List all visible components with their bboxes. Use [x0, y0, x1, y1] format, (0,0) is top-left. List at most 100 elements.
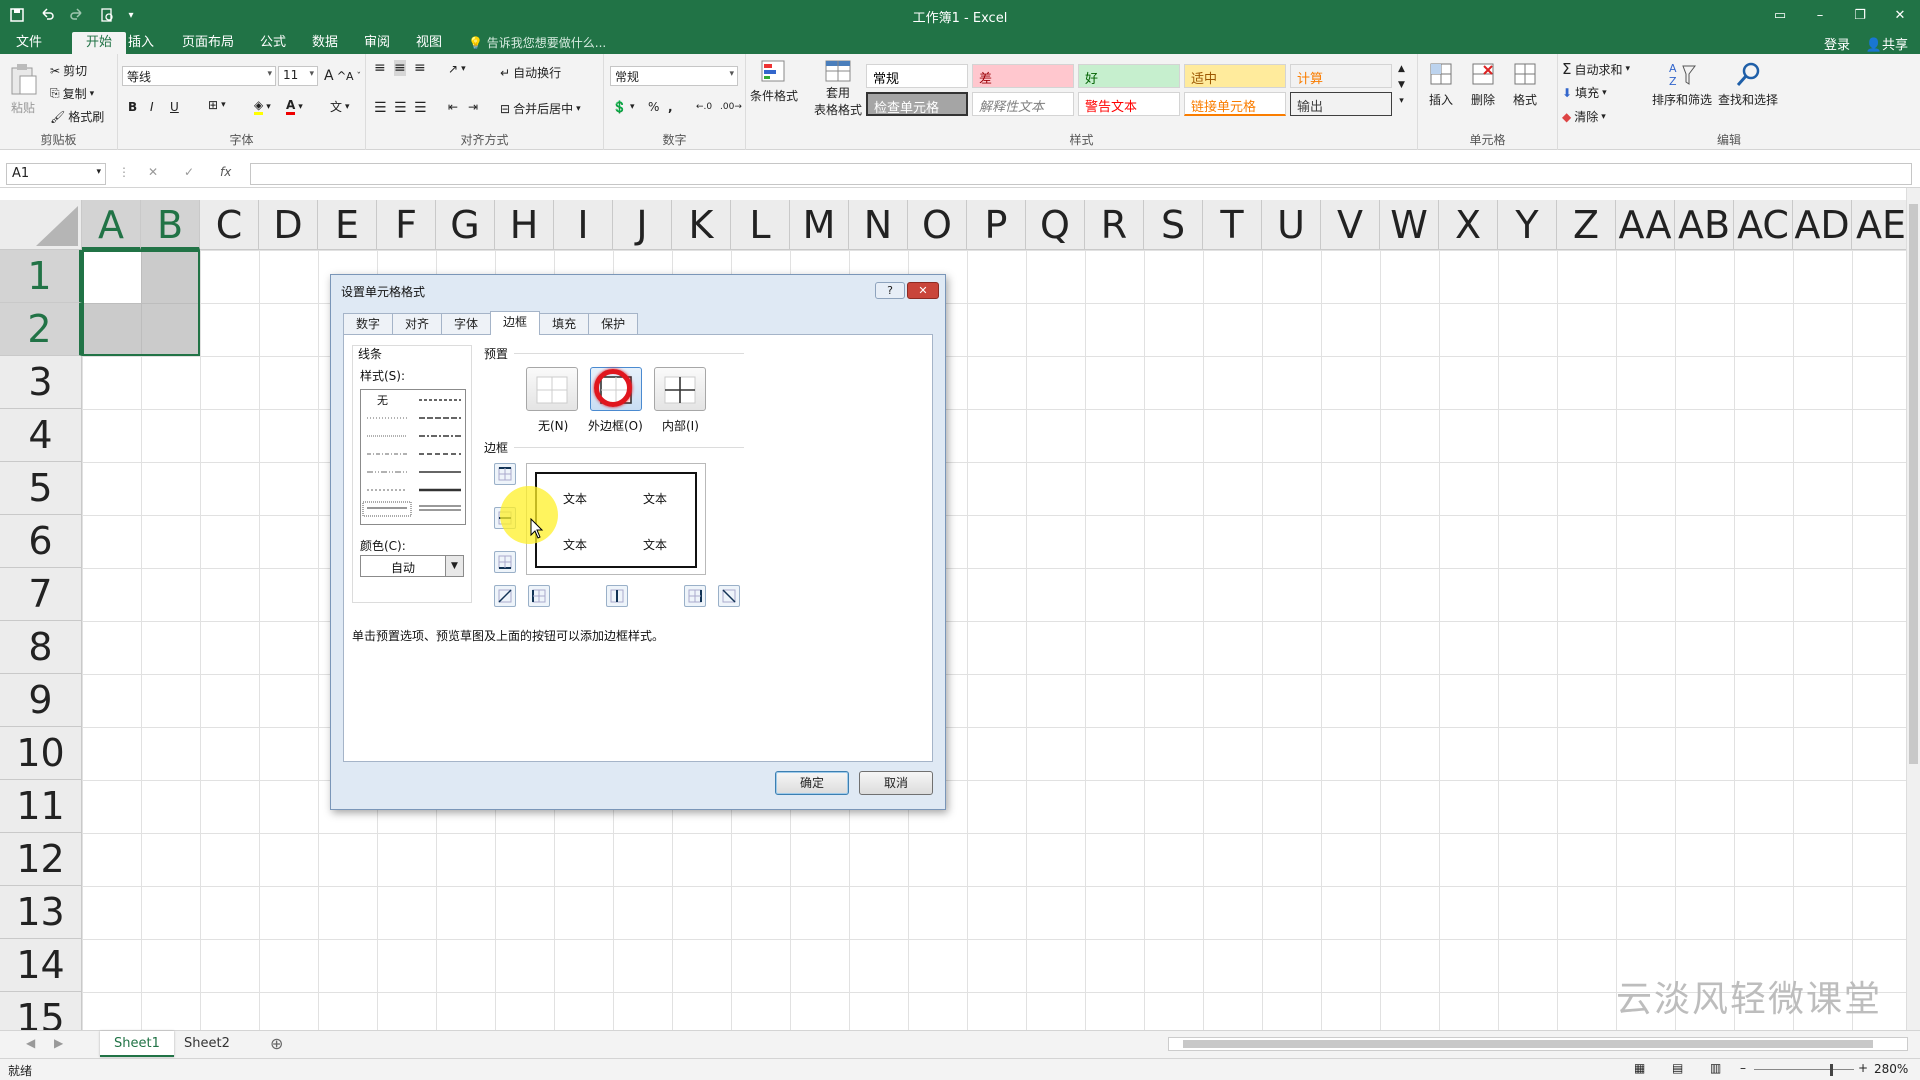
enter-entry-icon[interactable]: ✓ [184, 165, 194, 179]
border-top-button[interactable] [494, 463, 516, 485]
row-header[interactable]: 14 [0, 939, 82, 992]
align-left-button[interactable]: ☰ [374, 100, 387, 116]
next-sheet-icon[interactable]: ▶ [54, 1036, 63, 1050]
sheet-tab-sheet1[interactable]: Sheet1 [100, 1031, 174, 1057]
column-header[interactable]: J [613, 200, 672, 250]
active-cell-a1[interactable] [84, 252, 141, 303]
dialog-tab-font[interactable]: 字体 [441, 313, 492, 335]
border-right-button[interactable] [684, 585, 706, 607]
row-header[interactable]: 9 [0, 674, 82, 727]
tab-page-layout[interactable]: 页面布局 [168, 32, 248, 54]
align-center-button[interactable]: ☰ [394, 100, 407, 116]
row-header[interactable]: 12 [0, 833, 82, 886]
fill-color-button[interactable]: ◈ ▾ [254, 98, 271, 115]
column-header[interactable]: V [1321, 200, 1380, 250]
border-bottom-button[interactable] [494, 551, 516, 573]
row-header[interactable]: 15 [0, 992, 82, 1030]
format-painter-button[interactable]: 🖌 格式刷 [50, 108, 104, 125]
copy-button[interactable]: ⎘ 复制 ▾ [50, 85, 94, 102]
preset-none-button[interactable] [526, 367, 578, 411]
column-header[interactable]: H [495, 200, 554, 250]
find-select-button[interactable]: 查找和选择 [1718, 60, 1778, 108]
share-button[interactable]: 👤共享 [1866, 34, 1908, 53]
row-header[interactable]: 4 [0, 409, 82, 462]
line-style-samples[interactable] [361, 390, 465, 522]
style-output[interactable]: 输出 [1290, 92, 1392, 116]
zoom-out-icon[interactable]: – [1740, 1061, 1746, 1075]
column-header[interactable]: P [967, 200, 1026, 250]
column-header[interactable]: AC [1734, 200, 1793, 250]
align-middle-button[interactable]: ≡ [394, 60, 406, 76]
wrap-text-button[interactable]: ↵ 自动换行 [500, 64, 561, 81]
tab-data[interactable]: 数据 [298, 32, 352, 54]
decrease-font-button[interactable]: Aˇ [346, 70, 361, 83]
minimize-icon[interactable]: – [1800, 0, 1840, 30]
style-neutral[interactable]: 适中 [1184, 64, 1286, 88]
column-header[interactable]: T [1203, 200, 1262, 250]
tab-review[interactable]: 审阅 [350, 32, 404, 54]
row-header[interactable]: 13 [0, 886, 82, 939]
border-left-button[interactable] [528, 585, 550, 607]
ok-button[interactable]: 确定 [775, 771, 849, 795]
column-header[interactable]: G [436, 200, 495, 250]
add-sheet-icon[interactable]: ⊕ [270, 1034, 283, 1053]
column-header[interactable]: M [790, 200, 849, 250]
orientation-button[interactable]: ↗ ▾ [448, 62, 466, 76]
column-header[interactable]: X [1439, 200, 1498, 250]
column-header[interactable]: S [1144, 200, 1203, 250]
sort-filter-button[interactable]: AZ 排序和筛选 [1652, 60, 1712, 108]
tab-file[interactable]: 文件 [2, 32, 56, 54]
horizontal-scroll-thumb[interactable] [1183, 1040, 1873, 1048]
close-icon[interactable]: ✕ [1880, 0, 1920, 30]
font-name-select[interactable]: 等线 ▾ [122, 66, 276, 86]
row-header[interactable]: 8 [0, 621, 82, 674]
cancel-button[interactable]: 取消 [859, 771, 933, 795]
page-break-view-icon[interactable]: ▥ [1710, 1061, 1721, 1075]
paste-button[interactable]: 粘贴 [8, 62, 38, 116]
style-linked-cell[interactable]: 链接单元格 [1184, 92, 1286, 116]
cancel-entry-icon[interactable]: ✕ [148, 165, 158, 179]
selected-range-a1-b2[interactable] [82, 250, 200, 356]
style-explanatory[interactable]: 解释性文本 [972, 92, 1074, 116]
autosum-button[interactable]: Σ 自动求和 ▾ [1562, 60, 1630, 78]
preset-inside-button[interactable] [654, 367, 706, 411]
column-header[interactable]: U [1262, 200, 1321, 250]
page-layout-view-icon[interactable]: ▤ [1672, 1061, 1683, 1075]
column-header[interactable]: C [200, 200, 259, 250]
column-header[interactable]: AA [1616, 200, 1675, 250]
style-bad[interactable]: 差 [972, 64, 1074, 88]
column-header[interactable]: K [672, 200, 731, 250]
format-cells-button[interactable]: 格式 [1512, 60, 1538, 108]
column-header[interactable]: B [141, 200, 200, 250]
tab-insert[interactable]: 插入 [114, 32, 168, 54]
decrease-decimal-button[interactable]: .00→ [720, 102, 742, 112]
dialog-tab-alignment[interactable]: 对齐 [392, 313, 443, 335]
normal-view-icon[interactable]: ▦ [1634, 1061, 1645, 1075]
style-warning[interactable]: 警告文本 [1078, 92, 1180, 116]
cut-button[interactable]: ✂ 剪切 [50, 62, 87, 79]
dialog-help-button[interactable]: ? [875, 282, 905, 299]
italic-button[interactable]: I [150, 100, 154, 114]
sheet-tab-sheet2[interactable]: Sheet2 [170, 1031, 244, 1057]
tab-view[interactable]: 视图 [402, 32, 456, 54]
select-all-corner[interactable] [0, 200, 82, 250]
name-box[interactable]: A1 ▾ [6, 163, 106, 185]
percent-button[interactable]: % [648, 100, 659, 114]
dialog-tab-fill[interactable]: 填充 [539, 313, 590, 335]
zoom-in-icon[interactable]: + [1858, 1061, 1868, 1075]
ribbon-display-icon[interactable]: ▭ [1760, 0, 1800, 30]
column-header[interactable]: O [908, 200, 967, 250]
horizontal-scrollbar[interactable] [1168, 1037, 1908, 1051]
color-dropdown-icon[interactable]: ▼ [445, 556, 463, 576]
format-as-table-button[interactable]: 套用 表格格式 [814, 58, 862, 118]
dialog-tab-border[interactable]: 边框 [490, 311, 541, 335]
border-diagonal-down-button[interactable] [718, 585, 740, 607]
insert-function-icon[interactable]: fx [220, 165, 231, 179]
prev-sheet-icon[interactable]: ◀ [26, 1036, 35, 1050]
font-color-button[interactable]: A ▾ [286, 98, 303, 115]
column-header[interactable]: Z [1557, 200, 1616, 250]
increase-font-button[interactable]: A ^ [324, 68, 346, 84]
style-check-cell[interactable]: 检查单元格 [866, 92, 968, 116]
style-normal[interactable]: 常规 [866, 64, 968, 88]
number-format-select[interactable]: 常规 ▾ [610, 66, 738, 86]
